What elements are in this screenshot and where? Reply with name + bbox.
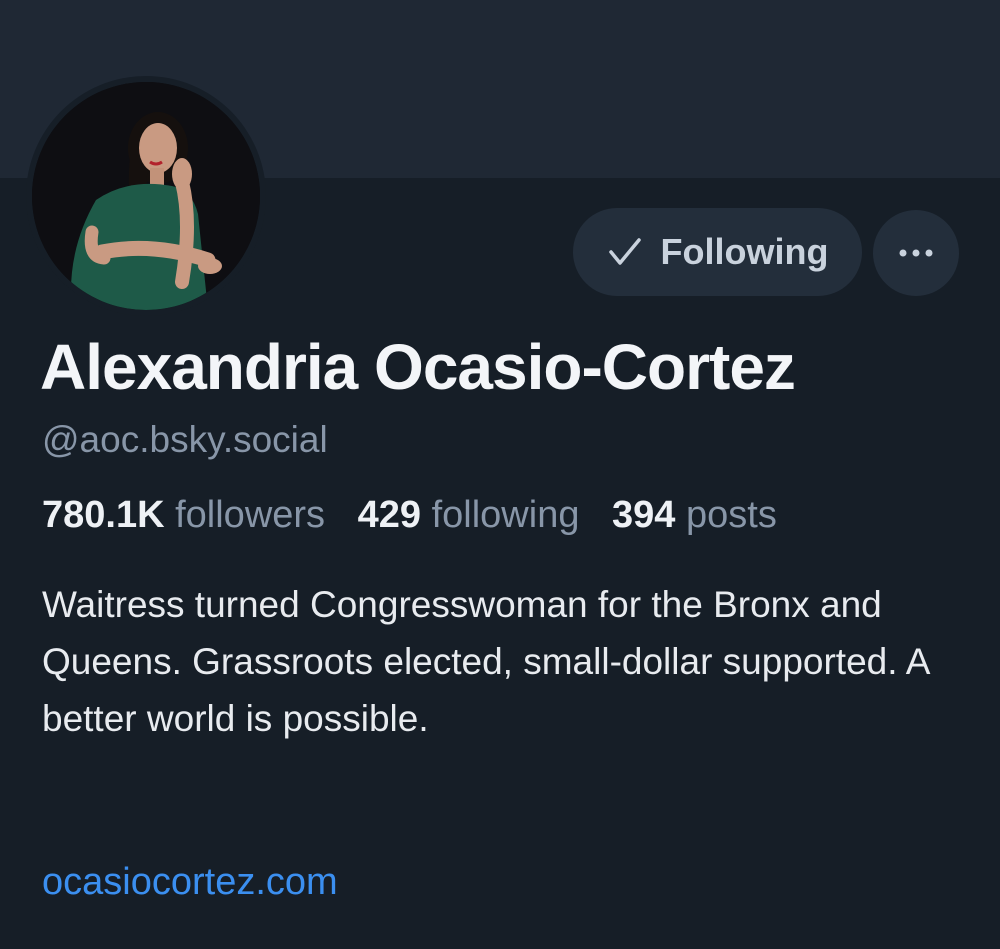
posts-stat: 394 posts <box>612 494 777 536</box>
check-icon <box>607 236 643 268</box>
following-label: following <box>431 494 580 536</box>
profile-bio: Waitress turned Congresswoman for the Br… <box>42 584 929 739</box>
avatar[interactable] <box>32 82 260 310</box>
followers-count: 780.1K <box>42 494 165 536</box>
avatar-photo <box>32 82 260 310</box>
followers-stat[interactable]: 780.1K followers <box>42 494 325 536</box>
website-link[interactable]: ocasiocortez.com <box>42 861 338 904</box>
more-options-button[interactable] <box>873 210 959 296</box>
posts-count: 394 <box>612 494 676 536</box>
profile-stats: 780.1K followers 429 following 394 posts <box>42 494 799 537</box>
followers-label: followers <box>175 494 326 536</box>
profile-handle: @aoc.bsky.social <box>42 419 328 460</box>
display-name: Alexandria Ocasio-Cortez <box>40 331 796 403</box>
ellipsis-icon <box>899 244 933 262</box>
posts-label: posts <box>686 494 777 536</box>
profile-page: Following Alexandria Ocasio-Cortez @aoc.… <box>0 0 1000 949</box>
following-count: 429 <box>357 494 422 536</box>
following-button[interactable]: Following <box>573 208 862 296</box>
following-button-label: Following <box>660 231 829 272</box>
following-stat[interactable]: 429 following <box>358 494 580 536</box>
